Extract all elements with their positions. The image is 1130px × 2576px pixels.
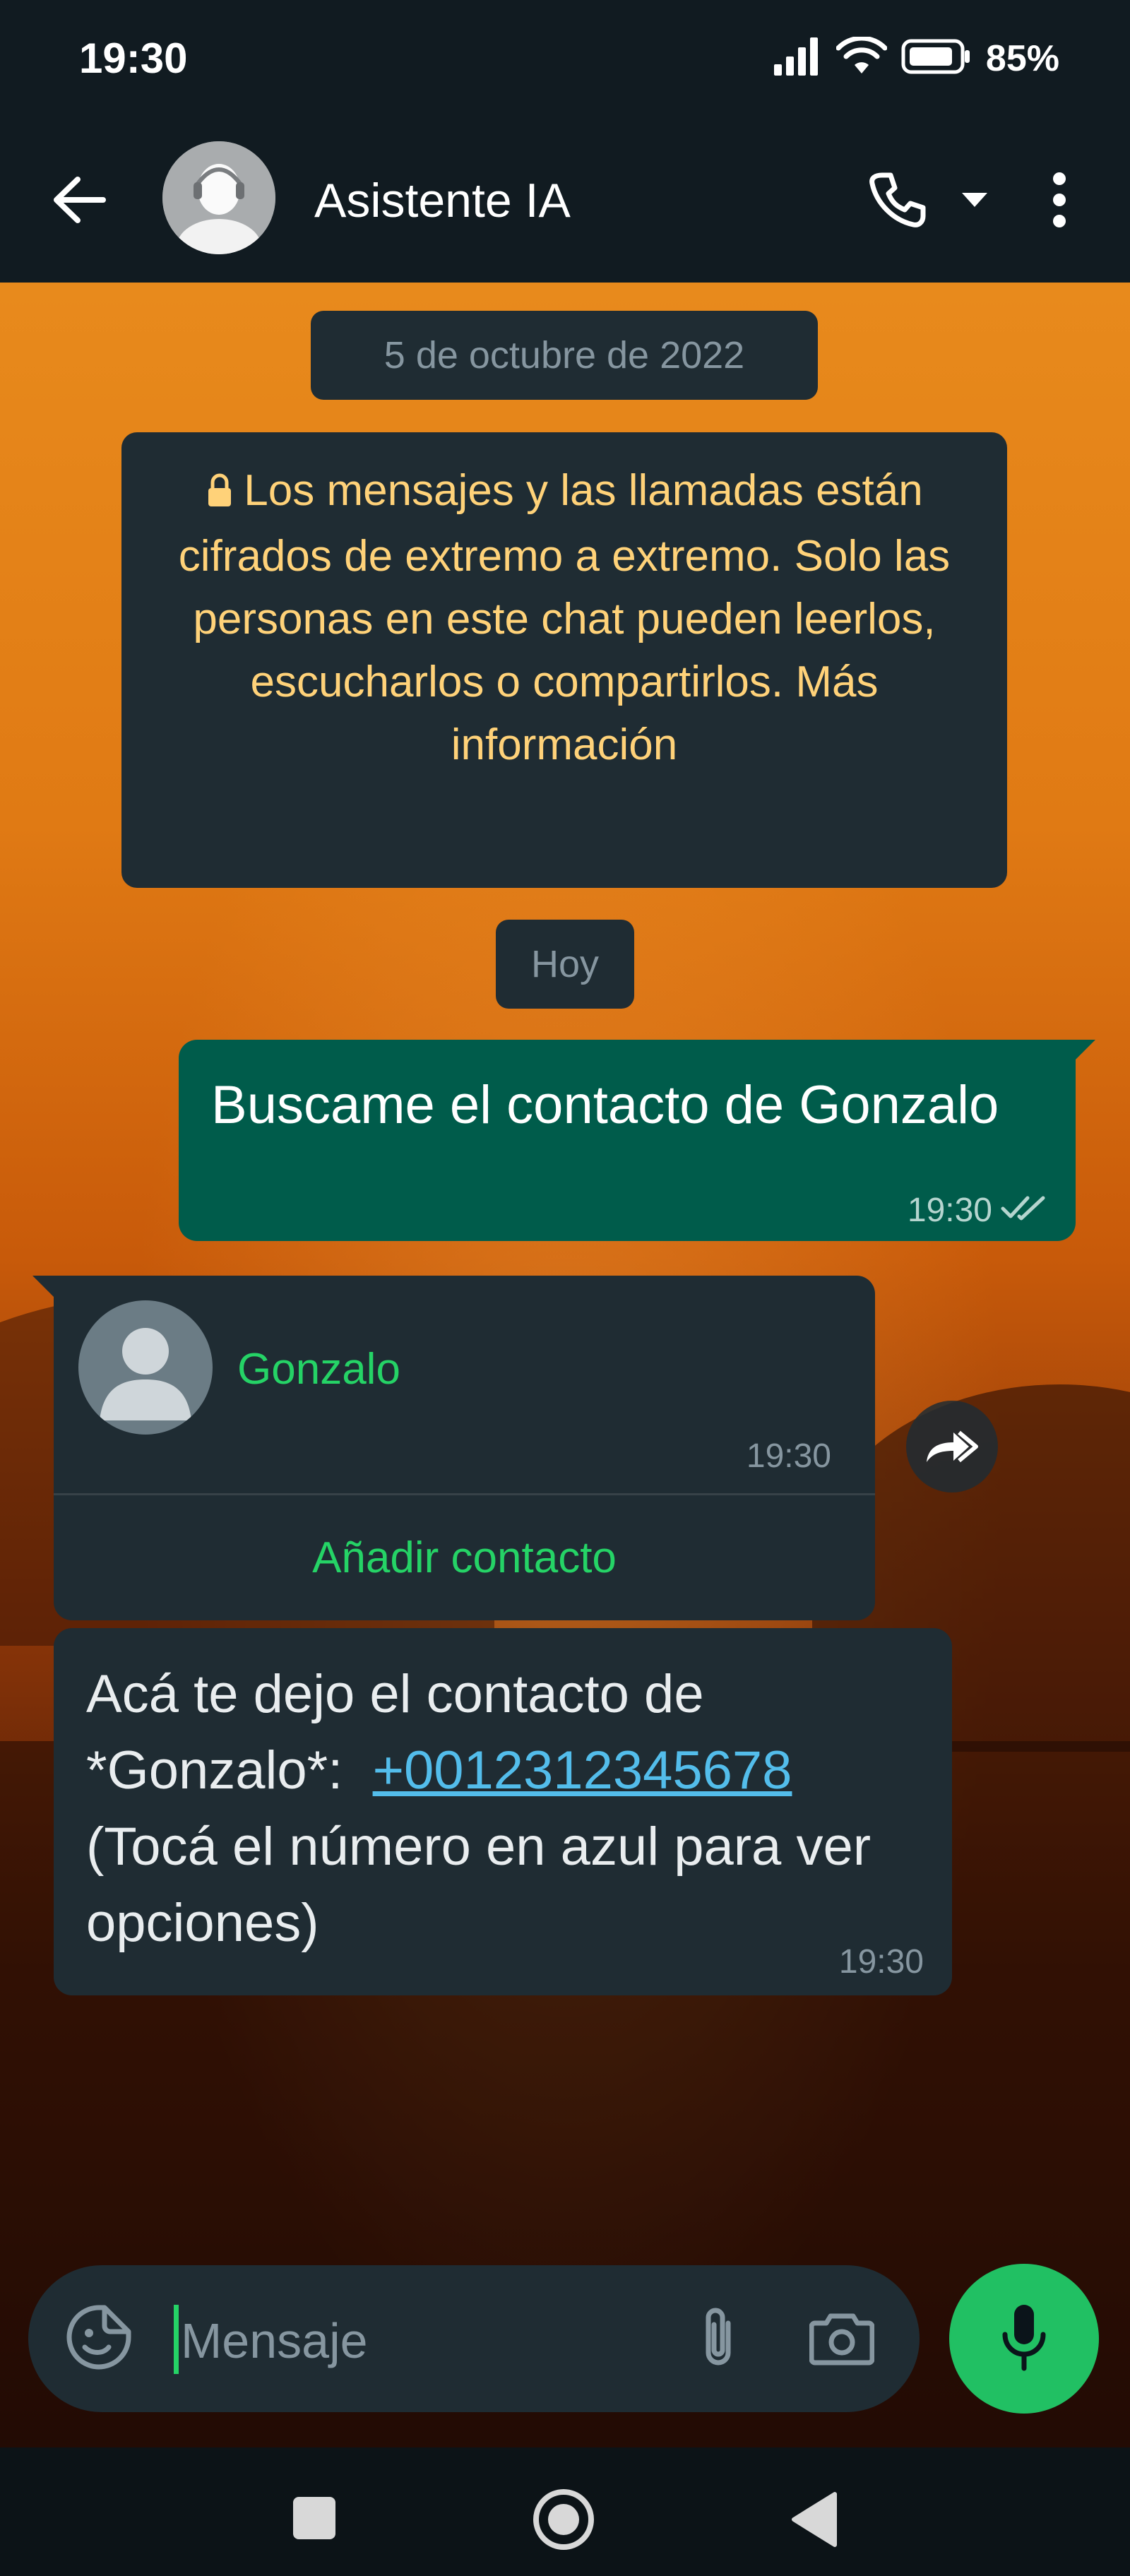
forward-icon [922, 1424, 982, 1470]
microphone-icon [999, 2302, 1049, 2376]
dropdown-caret-icon [961, 191, 989, 212]
more-options-button[interactable] [1031, 162, 1088, 240]
message-composer [28, 2265, 920, 2412]
message-time: 19:30 [907, 1192, 992, 1229]
add-contact-button[interactable]: Añadir contacto [54, 1495, 875, 1620]
camera-button[interactable] [805, 2302, 879, 2375]
triangle-back-icon [792, 2492, 837, 2547]
back-button[interactable] [42, 166, 113, 237]
battery-icon [901, 38, 972, 78]
contact-name: Gonzalo [237, 1345, 400, 1394]
message-input[interactable] [181, 2309, 640, 2373]
bubble-tail [1074, 1040, 1095, 1061]
robot-assistant-avatar [162, 141, 275, 254]
voice-call-button[interactable] [858, 162, 936, 240]
person-icon [100, 1328, 191, 1420]
sticker-button[interactable] [62, 2302, 136, 2375]
status-time: 19:30 [79, 35, 188, 82]
signal-icon [773, 37, 822, 79]
message-time: 19:30 [746, 1437, 831, 1475]
today-separator: Hoy [496, 920, 634, 1009]
circle-home-icon [533, 2489, 594, 2550]
sticker-icon [65, 2303, 133, 2375]
back-arrow-icon [49, 175, 106, 228]
camera-icon [809, 2309, 875, 2369]
forward-button[interactable] [906, 1401, 998, 1492]
status-bar: 19:30 85% [0, 0, 1130, 127]
attach-button[interactable] [682, 2302, 755, 2375]
phone-icon [868, 171, 926, 232]
message-time: 19:30 [838, 1943, 924, 1981]
system-back-button[interactable] [784, 2487, 849, 2552]
contact-avatar [78, 1300, 213, 1435]
chat-title[interactable]: Asistente IA [314, 173, 571, 228]
bubble-tail [32, 1276, 54, 1297]
contact-card-message[interactable]: Gonzalo 19:30 Añadir contacto [32, 1276, 875, 1620]
encryption-notice[interactable]: Los mensajes y las llamadas están cifrad… [121, 432, 1007, 888]
message-text: Buscame el contacto de Gonzalo [211, 1075, 999, 1135]
encryption-notice-text: Los mensajes y las llamadas están cifrad… [178, 466, 951, 769]
more-vert-icon [1051, 172, 1068, 232]
phone-number-link[interactable]: +0012312345678 [373, 1740, 792, 1800]
text-cursor [174, 2305, 179, 2374]
message-text: Acá te dejo el contacto de *Gonzalo*: +0… [86, 1656, 920, 1961]
status-icons: 85% [773, 35, 1059, 80]
chat-header: Asistente IA [0, 127, 1130, 283]
message-text-hint: (Tocá el número en azul para ver opcione… [86, 1817, 872, 1953]
wifi-icon [835, 35, 888, 80]
system-navigation-bar [0, 2447, 1130, 2576]
home-button[interactable] [530, 2486, 597, 2553]
double-check-icon [1001, 1191, 1047, 1230]
lock-icon [206, 462, 234, 525]
square-icon [293, 2497, 335, 2539]
attach-icon [697, 2303, 739, 2375]
recents-button[interactable] [286, 2490, 343, 2546]
outgoing-message[interactable]: Buscame el contacto de Gonzalo 19:30 [179, 1040, 1095, 1241]
message-meta: 19:30 [908, 1191, 1047, 1230]
incoming-message[interactable]: Acá te dejo el contacto de *Gonzalo*: +0… [54, 1628, 952, 1995]
avatar[interactable] [162, 141, 275, 254]
date-separator: 5 de octubre de 2022 [311, 311, 818, 400]
battery-percent: 85% [985, 37, 1059, 79]
voice-message-button[interactable] [949, 2264, 1099, 2414]
call-options-dropdown[interactable] [953, 184, 996, 219]
